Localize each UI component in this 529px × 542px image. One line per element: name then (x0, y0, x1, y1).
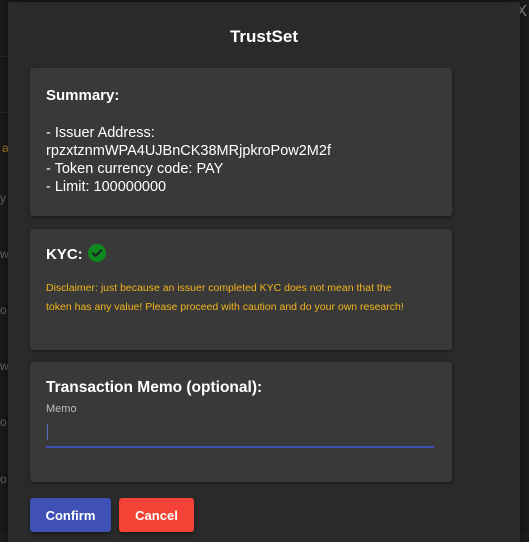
issuer-address-label: - Issuer Address: (46, 125, 155, 141)
check-circle-icon (87, 243, 106, 262)
dialog-title: TrustSet (229, 27, 299, 46)
cancel-button[interactable]: Cancel (119, 498, 194, 532)
summary-card: Summary: - Issuer Address: rpzxtznmWPA4U… (30, 68, 452, 216)
memo-input[interactable] (46, 420, 434, 448)
background-text-fragment: o (0, 415, 7, 429)
memo-field-label: Memo (46, 403, 77, 415)
background-divider (0, 112, 8, 113)
confirm-button[interactable]: Confirm (30, 498, 111, 532)
background-text-fragment: o (0, 472, 7, 486)
issuer-address-value: rpzxtznmWPA4UJBnCK38MRjpkroPow2M2f (46, 143, 331, 159)
trust-limit: - Limit: 100000000 (46, 179, 167, 195)
kyc-header: KYC: (46, 243, 106, 263)
memo-heading: Transaction Memo (optional): (46, 379, 263, 396)
background-text-fragment: y (0, 191, 6, 205)
text-caret (47, 424, 48, 440)
kyc-heading: KYC: (46, 246, 83, 263)
summary-details: - Issuer Address: rpzxtznmWPA4UJBnCK38MR… (46, 124, 331, 196)
background-divider (0, 56, 8, 57)
kyc-disclaimer: Disclaimer: just because an issuer compl… (46, 282, 404, 313)
memo-card: Transaction Memo (optional): Memo (30, 362, 452, 482)
kyc-card: KYC: Disclaimer: just because an issuer … (30, 229, 452, 350)
summary-heading: Summary: (46, 87, 120, 104)
background-text-fragment: o (0, 303, 7, 317)
trustset-dialog: TrustSet Summary: - Issuer Address: rpzx… (8, 2, 520, 542)
token-currency-code: - Token currency code: PAY (46, 161, 224, 177)
